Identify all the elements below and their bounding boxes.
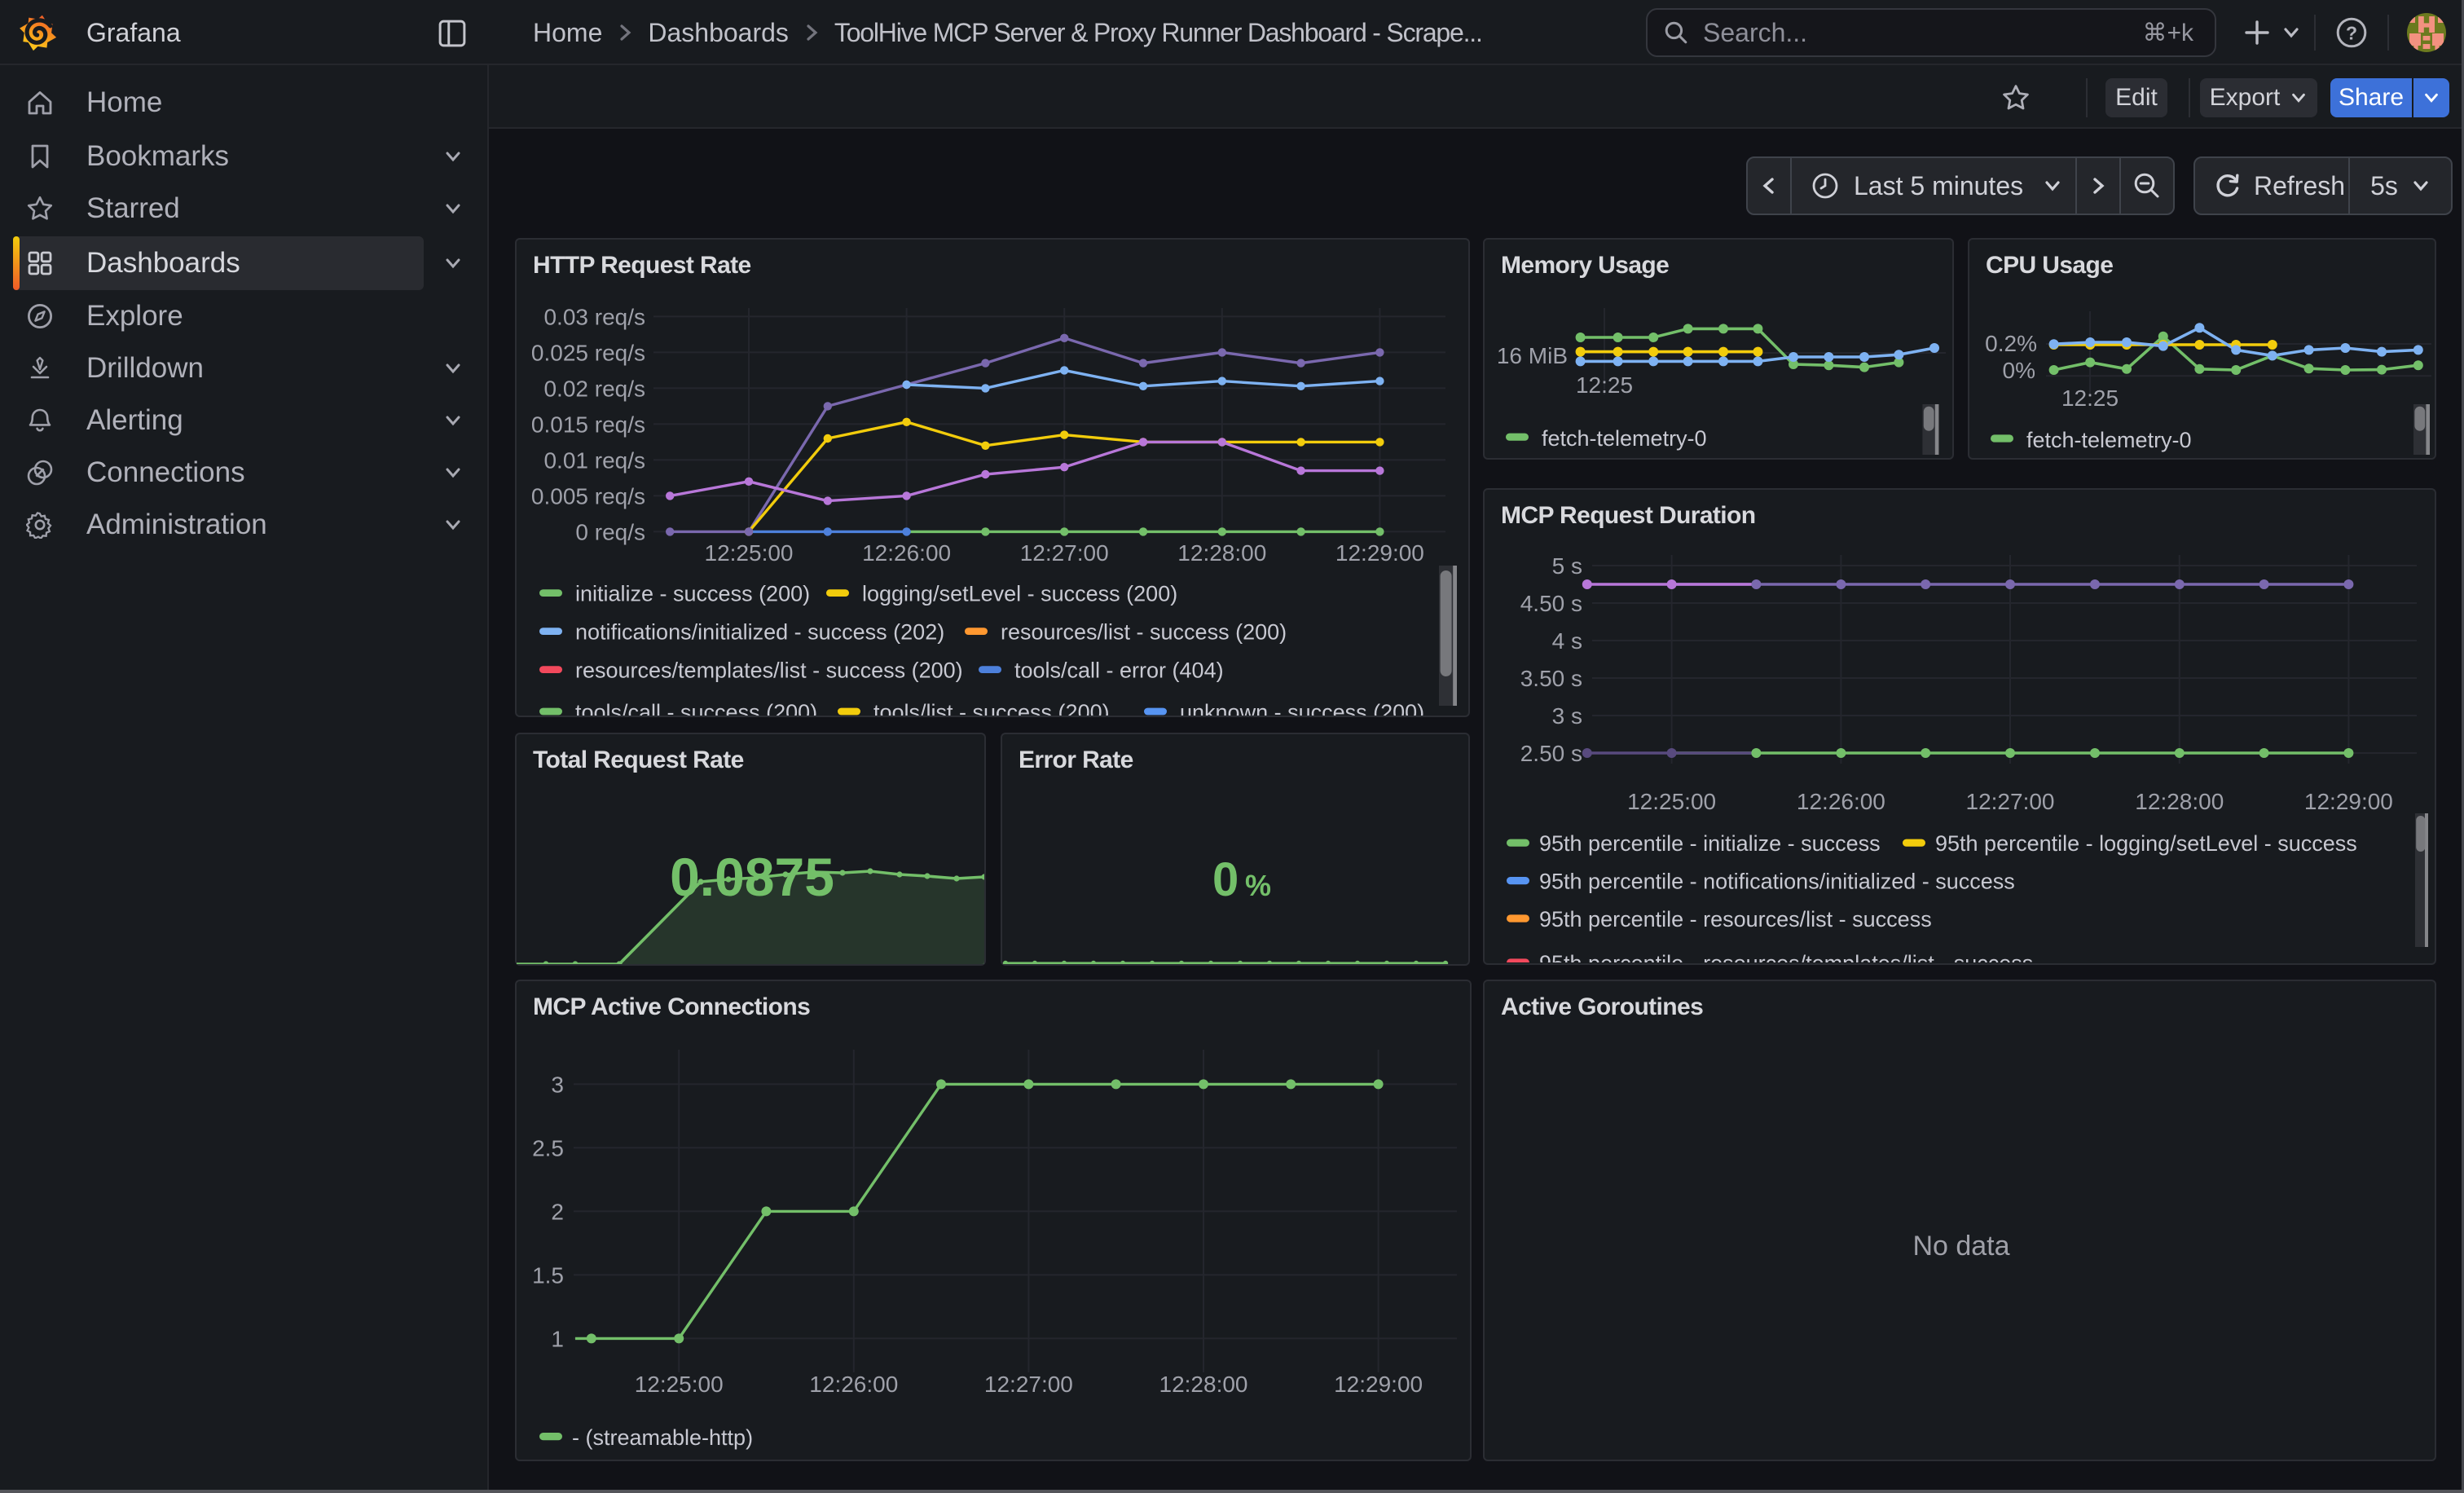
svg-text:2: 2 [551,1199,564,1224]
svg-text:tools/list - success (200): tools/list - success (200) [873,700,1110,716]
svg-text:95th percentile - resources/li: 95th percentile - resources/list - succe… [1539,907,1932,931]
svg-text:12:27:00: 12:27:00 [1966,789,2055,814]
svg-text:0.0875: 0.0875 [670,847,834,907]
svg-text:12:26:00: 12:26:00 [862,540,951,566]
svg-text:initialize - success (200): initialize - success (200) [575,582,810,606]
svg-text:95th percentile - resources/te: 95th percentile - resources/templates/li… [1539,951,2033,962]
svg-text:12:29:00: 12:29:00 [1334,1372,1423,1397]
svg-text:95th percentile - initialize -: 95th percentile - initialize - success [1539,831,1881,856]
svg-text:12:29:00: 12:29:00 [2304,789,2393,814]
svg-text:0.015 req/s: 0.015 req/s [531,412,645,437]
svg-text:3 s: 3 s [1552,703,1582,729]
svg-text:- (streamable-http): - (streamable-http) [572,1425,753,1450]
svg-text:tools/call - success (200): tools/call - success (200) [575,700,817,716]
svg-text:4 s: 4 s [1552,628,1582,654]
svg-text:12:27:00: 12:27:00 [1020,540,1109,566]
svg-text:12:28:00: 12:28:00 [2135,789,2224,814]
svg-text:tools/call - error (404): tools/call - error (404) [1014,658,1224,683]
svg-text:0%: 0% [2003,358,2035,383]
svg-text:1.5: 1.5 [532,1262,564,1288]
svg-text:5 s: 5 s [1552,553,1582,579]
svg-text:12:26:00: 12:26:00 [809,1372,898,1397]
svg-text:12:25:00: 12:25:00 [705,540,794,566]
svg-text:0: 0 [1212,853,1239,906]
svg-text:4.50 s: 4.50 s [1520,591,1582,616]
svg-text:12:26:00: 12:26:00 [1797,789,1885,814]
svg-text:16 MiB: 16 MiB [1497,343,1568,368]
svg-text:fetch-telemetry-0: fetch-telemetry-0 [1542,426,1707,451]
svg-text:2.50 s: 2.50 s [1520,741,1582,766]
svg-text:0.02 req/s: 0.02 req/s [543,376,645,401]
svg-text:95th percentile - notification: 95th percentile - notifications/initiali… [1539,870,2015,894]
svg-text:0 req/s: 0 req/s [575,519,645,544]
svg-text:?: ? [2346,22,2357,43]
svg-text:fetch-telemetry-0: fetch-telemetry-0 [2026,428,2192,452]
svg-text:unknown - success (200): unknown - success (200) [1180,700,1424,716]
svg-text:1: 1 [551,1326,564,1351]
svg-text:notifications/initialized - su: notifications/initialized - success (202… [575,620,944,645]
svg-text:12:25:00: 12:25:00 [1627,789,1716,814]
svg-text:logging/setLevel - success (20: logging/setLevel - success (200) [862,582,1177,606]
svg-text:3: 3 [551,1072,564,1097]
svg-text:0.01 req/s: 0.01 req/s [543,447,645,473]
svg-text:12:27:00: 12:27:00 [984,1372,1073,1397]
svg-text:resources/list - success (200): resources/list - success (200) [1001,620,1287,645]
svg-text:12:28:00: 12:28:00 [1159,1372,1248,1397]
svg-text:12:25: 12:25 [2061,385,2119,411]
svg-text:95th percentile - logging/setL: 95th percentile - logging/setLevel - suc… [1935,831,2357,856]
svg-text:0.025 req/s: 0.025 req/s [531,340,645,365]
svg-text:0.03 req/s: 0.03 req/s [543,304,645,329]
svg-text:12:25: 12:25 [1576,372,1633,398]
svg-text:0.005 req/s: 0.005 req/s [531,483,645,509]
svg-text:%: % [1245,869,1271,902]
svg-text:12:28:00: 12:28:00 [1177,540,1266,566]
svg-text:12:29:00: 12:29:00 [1335,540,1424,566]
svg-text:3.50 s: 3.50 s [1520,666,1582,691]
svg-text:12:25:00: 12:25:00 [635,1372,724,1397]
svg-text:0.2%: 0.2% [1985,331,2037,356]
svg-text:resources/templates/list - suc: resources/templates/list - success (200) [575,658,963,683]
svg-text:2.5: 2.5 [532,1135,564,1160]
